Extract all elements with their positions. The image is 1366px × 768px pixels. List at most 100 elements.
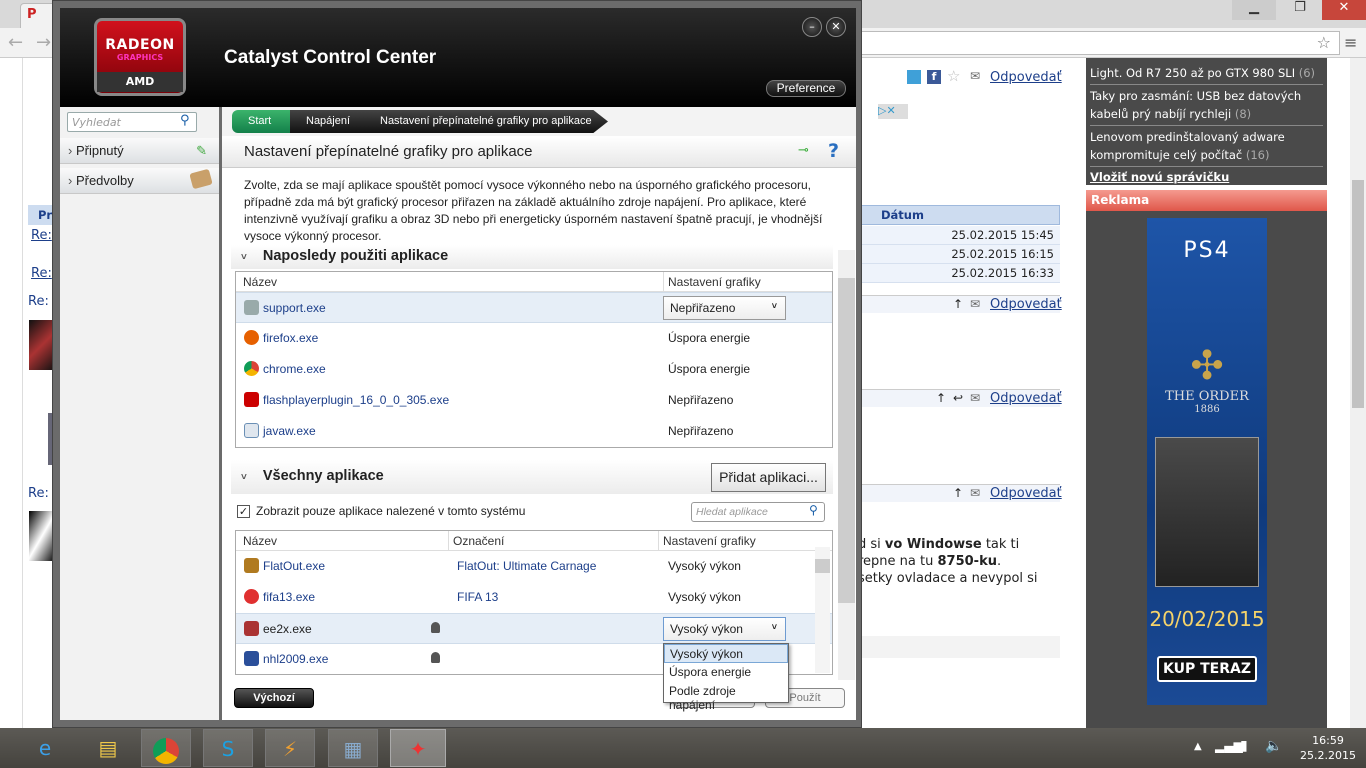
- main-scrollbar[interactable]: [838, 250, 855, 680]
- bg-post-link[interactable]: Re:: [31, 266, 52, 281]
- tray-expand-icon[interactable]: ▲: [1194, 741, 1202, 752]
- firefox-icon: [244, 330, 259, 345]
- recent-apps-table: Název Nastavení grafiky support.exe Nepřiř…: [235, 271, 833, 448]
- nav-presets[interactable]: › Předvolby: [60, 168, 219, 194]
- mail-icon[interactable]: ✉: [970, 391, 980, 405]
- battery-icon[interactable]: ▮: [1240, 738, 1248, 754]
- default-button[interactable]: Výchozí: [234, 688, 314, 708]
- mail-icon[interactable]: ✉: [970, 69, 980, 83]
- address-bar[interactable]: ☆: [860, 31, 1340, 55]
- reply-link[interactable]: Odpovedať: [990, 70, 1062, 85]
- ad-brand: PS4: [1183, 238, 1231, 263]
- ad-cta-button[interactable]: KUP TERAZ: [1157, 656, 1257, 682]
- help-icon[interactable]: ?: [828, 140, 839, 162]
- ccc-minimize-button[interactable]: –: [802, 17, 822, 37]
- mail-icon[interactable]: ✉: [970, 486, 980, 500]
- up-arrow-icon[interactable]: ↑: [953, 486, 963, 500]
- game-cover: [1155, 437, 1259, 587]
- table-row[interactable]: chrome.exe Úspora energie: [236, 354, 832, 385]
- add-application-button[interactable]: Přidat aplikaci...: [711, 463, 826, 492]
- add-news-link[interactable]: Vložiť novú správičku: [1090, 167, 1323, 184]
- ee2x-icon: [244, 621, 259, 636]
- table-row[interactable]: support.exe Nepřiřazeno ˅: [236, 292, 832, 323]
- description: Zvolte, zda se mají aplikace spouštět po…: [244, 178, 823, 243]
- reply-link[interactable]: Odpovedať: [990, 391, 1062, 406]
- star-icon[interactable]: ☆: [947, 67, 960, 85]
- forward-icon[interactable]: →: [36, 32, 51, 53]
- news-item[interactable]: Lenovom predinštalovaný adware kompromit…: [1090, 126, 1323, 167]
- ps4-ad-banner[interactable]: PS4 ✣ THE ORDER 1886 20/02/2015 KUP TERA…: [1147, 218, 1267, 705]
- radeon-logo: RADEON GRAPHICS AMD: [94, 18, 186, 96]
- filter-apps-input[interactable]: Hledat aplikace: [691, 502, 825, 522]
- table-row[interactable]: javaw.exe Nepřiřazeno: [236, 416, 832, 447]
- ccc-taskbar-icon[interactable]: ✦: [390, 729, 446, 767]
- order-emblem-icon: ✣: [1190, 343, 1224, 389]
- option-high-performance[interactable]: Vysoký výkon: [664, 644, 788, 663]
- ccc-close-button[interactable]: ✕: [826, 17, 846, 37]
- option-power-source[interactable]: Podle zdroje napájení: [664, 682, 788, 712]
- bookmark-star-icon[interactable]: ☆: [1317, 33, 1331, 52]
- table-row[interactable]: ee2x.exe Vysoký výkon ˅: [236, 613, 832, 644]
- close-button[interactable]: ✕: [1322, 0, 1366, 20]
- facebook-icon[interactable]: f: [927, 70, 941, 84]
- minimize-button[interactable]: ▁: [1232, 0, 1276, 20]
- reply-link[interactable]: Odpovedať: [990, 297, 1062, 312]
- volume-icon[interactable]: 🔈: [1265, 738, 1282, 754]
- date-cell: 25.02.2015 15:45: [860, 226, 1060, 245]
- nav-pinned[interactable]: › Připnutý ✎: [60, 138, 219, 164]
- option-power-saving[interactable]: Úspora energie: [664, 663, 788, 682]
- ie-icon[interactable]: e: [20, 729, 70, 767]
- news-item[interactable]: Light. Od R7 250 až po GTX 980 SLI (6): [1090, 62, 1323, 85]
- reply-link[interactable]: Odpovedať: [990, 486, 1062, 501]
- app-title: Catalyst Control Center: [224, 47, 437, 68]
- user-icon: [431, 652, 440, 663]
- search-input[interactable]: Vyhledat: [67, 112, 197, 132]
- bg-post-title: Re:: [28, 486, 49, 501]
- news-item[interactable]: Taky pro zasmání: USB bez datových kabel…: [1090, 85, 1323, 126]
- up-arrow-icon[interactable]: ↑: [953, 297, 963, 311]
- reply-to-icon[interactable]: ↩: [953, 391, 963, 405]
- post-footer: [860, 636, 1060, 658]
- table-row[interactable]: fifa13.exe FIFA 13 Vysoký výkon: [236, 582, 832, 613]
- skype-icon[interactable]: S: [203, 729, 253, 767]
- graphics-setting-dropdown[interactable]: Nepřiřazeno ˅: [663, 296, 786, 320]
- page-scrollbar-thumb[interactable]: [1352, 180, 1364, 408]
- table-row[interactable]: firefox.exe Úspora energie: [236, 323, 832, 354]
- table-row[interactable]: flashplayerplugin_16_0_0_305.exe Nepřiřaz…: [236, 385, 832, 416]
- date-column-header: Dátum: [860, 205, 1060, 225]
- chrome-icon: [244, 361, 259, 376]
- table-scrollbar[interactable]: [815, 547, 830, 673]
- control-panel-icon[interactable]: ▦: [328, 729, 378, 767]
- search-icon[interactable]: ⚲: [809, 503, 818, 517]
- post-text: d si vo Windowse tak ti repne na tu 8750…: [858, 537, 1038, 586]
- page-border: [22, 58, 23, 728]
- chrome-taskbar-icon[interactable]: [141, 729, 191, 767]
- only-found-checkbox[interactable]: ✓: [237, 505, 250, 518]
- menu-icon[interactable]: ≡: [1344, 33, 1357, 52]
- table-row[interactable]: FlatOut.exe FlatOut: Ultimate Carnage Vyso…: [236, 551, 832, 582]
- nhl-icon: [244, 651, 259, 666]
- pin-icon[interactable]: ⊸: [798, 143, 809, 158]
- ad-choices-icon[interactable]: ▷✕: [878, 104, 908, 119]
- breadcrumb-current[interactable]: Nastavení přepínatelné grafiky pro aplik…: [364, 110, 608, 133]
- fifa-icon: [244, 589, 259, 604]
- ad-header: Reklama: [1086, 190, 1327, 211]
- mail-icon[interactable]: ✉: [970, 297, 980, 311]
- clock[interactable]: 16:59 25.2.2015: [1300, 733, 1356, 763]
- preference-button[interactable]: Preference: [766, 80, 846, 97]
- up-arrow-icon[interactable]: ↑: [936, 391, 946, 405]
- winamp-icon[interactable]: ⚡: [265, 729, 315, 767]
- breadcrumb-power[interactable]: Napájení: [290, 110, 370, 133]
- graphics-setting-dropdown[interactable]: Vysoký výkon ˅: [663, 617, 786, 641]
- twitter-icon[interactable]: [907, 70, 921, 84]
- recent-apps-section[interactable]: ˅ Naposledy použiti aplikace: [231, 245, 833, 269]
- page-title: Nastavení přepínatelné grafiky pro aplik…: [244, 143, 533, 160]
- signal-icon[interactable]: ▂▄▆: [1215, 739, 1243, 753]
- restore-button[interactable]: ❐: [1278, 0, 1322, 20]
- date-cell: 25.02.2015 16:15: [860, 245, 1060, 264]
- ad-year: 1886: [1194, 404, 1220, 415]
- file-explorer-icon[interactable]: ▤: [83, 729, 133, 767]
- back-icon[interactable]: ←: [8, 32, 23, 53]
- bg-post-link[interactable]: Re:: [31, 228, 52, 243]
- search-icon[interactable]: ⚲: [180, 113, 190, 128]
